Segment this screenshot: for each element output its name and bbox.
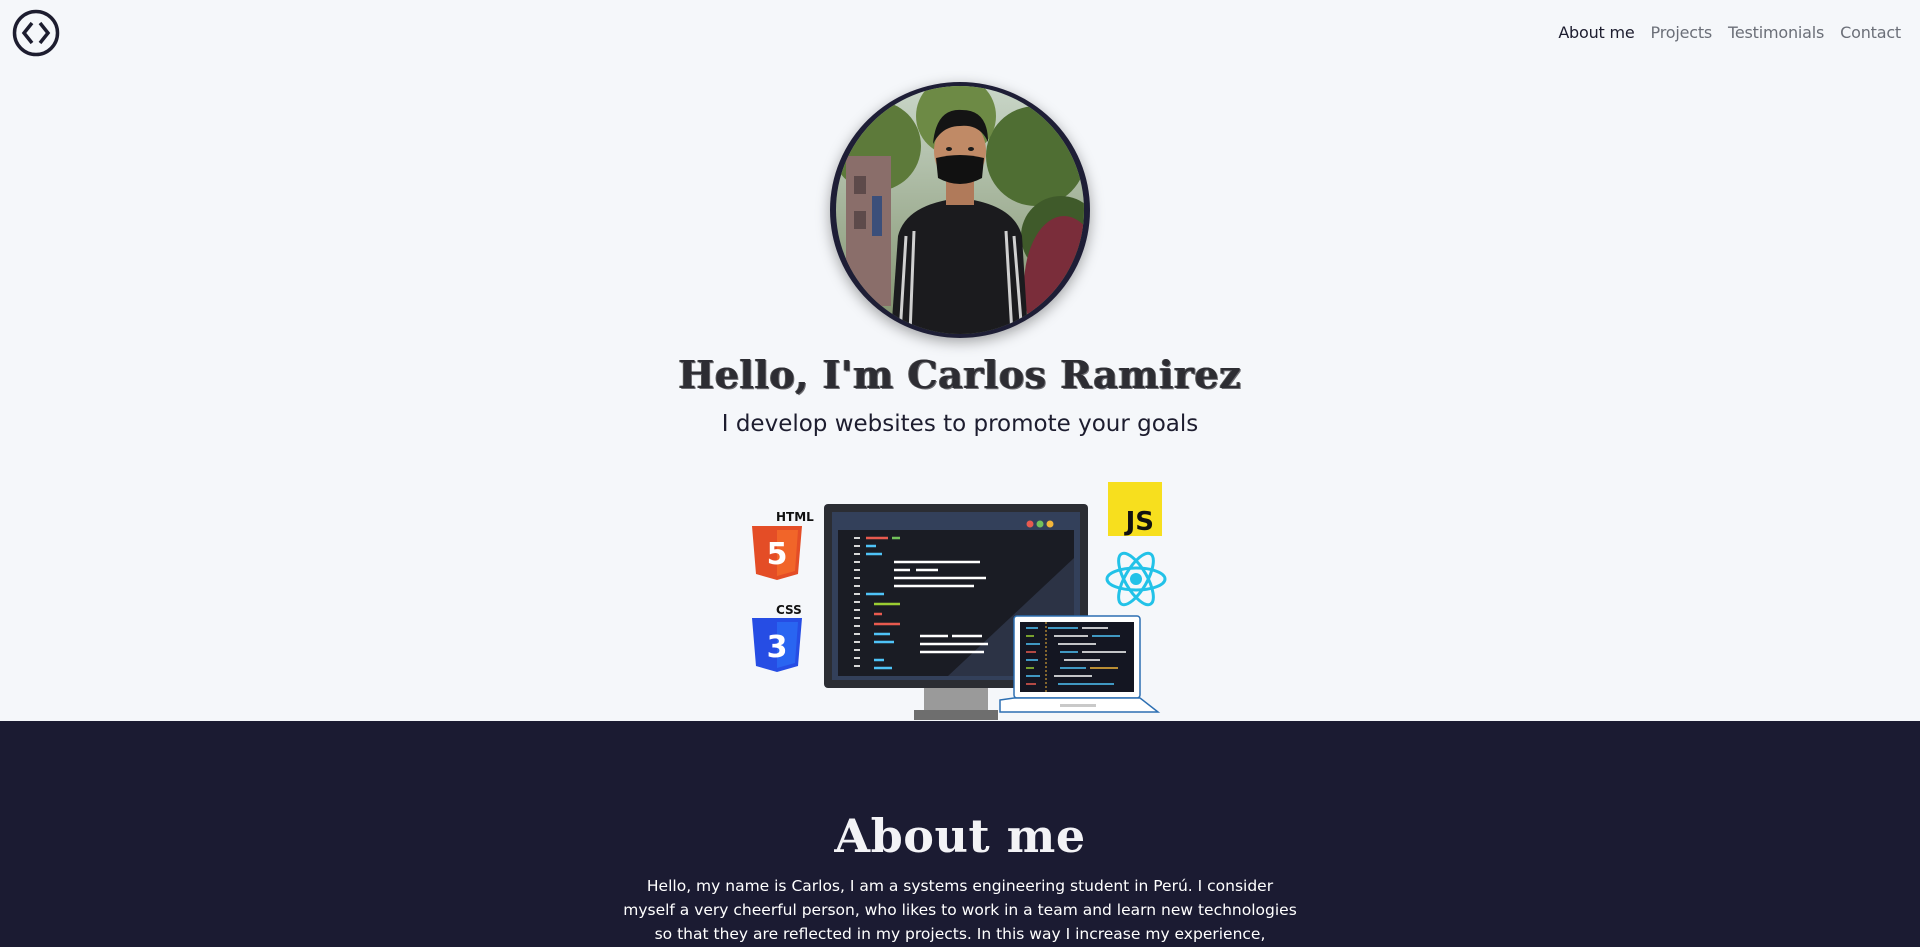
hero-title: Hello, I'm Carlos Ramirez — [678, 352, 1242, 397]
hero-subtitle: I develop websites to promote your goals — [721, 411, 1199, 437]
nav-testimonials[interactable]: Testimonials — [1728, 23, 1824, 42]
css-label: CSS — [776, 603, 802, 617]
svg-text:5: 5 — [767, 537, 788, 572]
nav-contact[interactable]: Contact — [1840, 23, 1901, 42]
html-label: HTML — [776, 510, 814, 524]
about-text: Hello, my name is Carlos, I am a systems… — [623, 877, 1297, 943]
css3-icon: CSS 3 — [752, 603, 802, 672]
html5-icon: HTML 5 — [752, 510, 814, 580]
react-icon — [1105, 551, 1167, 607]
svg-text:3: 3 — [767, 630, 788, 665]
site-header: About me Projects Testimonials Contact — [0, 0, 1920, 66]
tech-illustration: HTML 5 CSS 3 JS — [748, 480, 1172, 722]
avatar-frame — [830, 82, 1090, 338]
laptop-illustration — [999, 615, 1161, 713]
about-section: About me Hello, my name is Carlos, I am … — [0, 721, 1920, 947]
code-brackets-icon[interactable] — [12, 9, 60, 57]
main-nav: About me Projects Testimonials Contact — [1558, 23, 1901, 42]
about-title: About me — [834, 809, 1086, 863]
nav-about-me[interactable]: About me — [1558, 23, 1634, 42]
avatar — [836, 86, 1084, 334]
nav-projects[interactable]: Projects — [1651, 23, 1713, 42]
javascript-icon: JS — [1108, 482, 1162, 537]
js-label: JS — [1124, 507, 1154, 537]
